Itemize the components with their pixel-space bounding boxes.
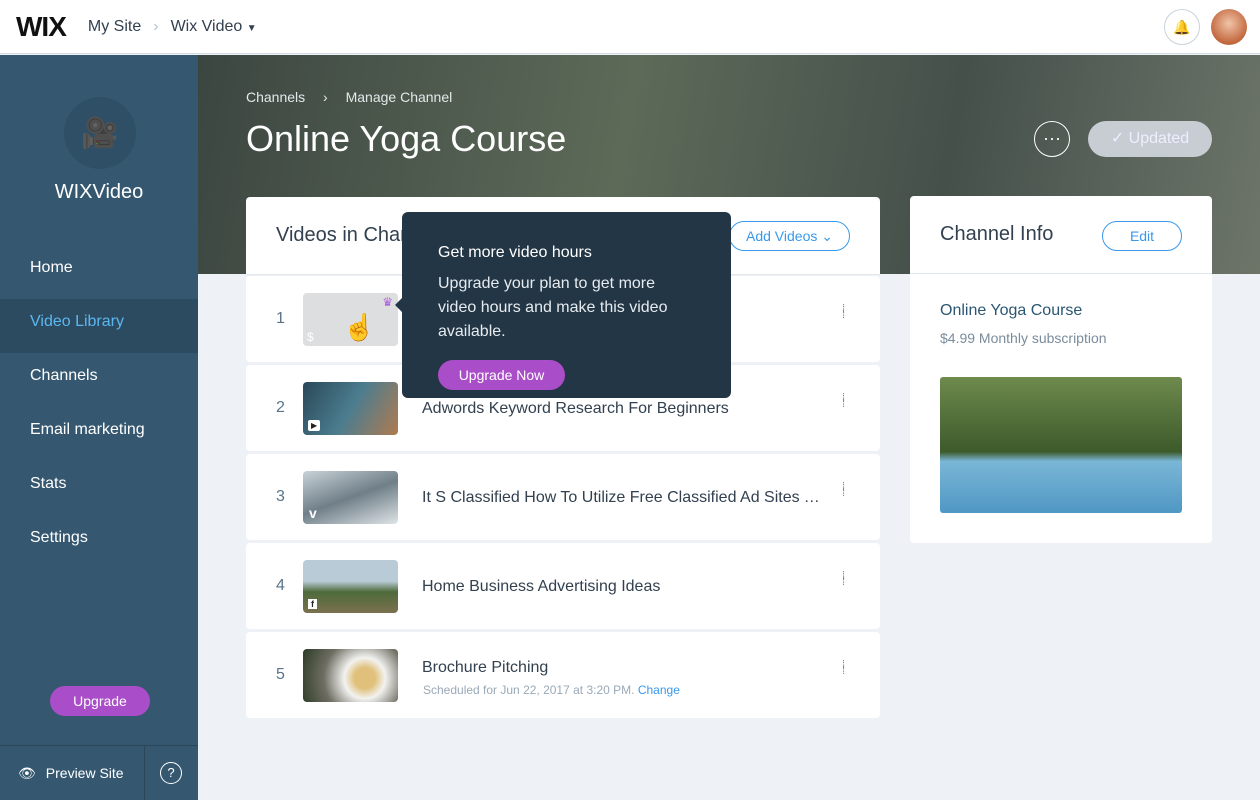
video-thumbnail[interactable]	[303, 649, 398, 702]
video-title: It S Classified How To Utilize Free Clas…	[422, 489, 822, 506]
upgrade-tooltip: Get more video hours Upgrade your plan t…	[395, 212, 731, 398]
change-link[interactable]: Change	[638, 683, 680, 697]
upgrade-button[interactable]: Upgrade	[50, 686, 150, 716]
sidebar: 🎥 WIXVideo Home Video Library Channels E…	[0, 55, 198, 800]
caret-down-icon: ▼	[246, 22, 257, 34]
chevron-right-icon: ›	[323, 89, 328, 105]
hand-cursor-icon: ☝	[343, 312, 376, 342]
site-link[interactable]: My Site	[88, 18, 141, 36]
facebook-icon: f	[308, 599, 317, 609]
tooltip-body: Upgrade your plan to get more video hour…	[438, 275, 668, 340]
preview-label: Preview Site	[45, 765, 124, 781]
video-row[interactable]: 5 Brochure Pitching Scheduled for Jun 22…	[246, 632, 880, 718]
sidebar-item-email-marketing[interactable]: Email marketing	[0, 407, 198, 461]
drag-handle-icon[interactable]: ⁞ ⁞	[842, 393, 852, 410]
app-dropdown[interactable]: Wix Video ▼	[171, 18, 257, 36]
breadcrumb: Channels › Manage Channel	[246, 89, 452, 105]
sidebar-item-home[interactable]: Home	[0, 245, 198, 299]
channel-name: Online Yoga Course	[940, 302, 1083, 319]
youtube-icon: ▶	[308, 420, 321, 431]
more-options-button[interactable]: ···	[1034, 121, 1070, 157]
video-camera-icon: 🎥	[64, 97, 136, 169]
row-number: 5	[276, 666, 285, 683]
channel-info-card: Channel Info Edit Online Yoga Course $4.…	[910, 196, 1212, 543]
channel-price: $4.99 Monthly subscription	[940, 330, 1107, 346]
add-videos-label: Add Videos	[746, 228, 818, 244]
video-row[interactable]: 4 f Home Business Advertising Ideas ⁞ ⁞	[246, 543, 880, 629]
brand: WIXVideo	[54, 181, 144, 203]
sidebar-item-settings[interactable]: Settings	[0, 515, 198, 569]
row-number: 3	[276, 488, 285, 505]
wix-logo[interactable]: WIX	[16, 11, 67, 43]
bell-icon[interactable]: 🔔	[1164, 9, 1200, 45]
vimeo-icon: v	[309, 505, 317, 521]
page-title: Online Yoga Course	[246, 118, 567, 159]
video-title: Home Business Advertising Ideas	[422, 578, 661, 595]
video-row[interactable]: 3 v It S Classified How To Utilize Free …	[246, 454, 880, 540]
breadcrumb-current: Manage Channel	[345, 89, 453, 105]
video-title: Adwords Keyword Research For Beginners	[422, 400, 729, 417]
row-number: 2	[276, 399, 285, 416]
drag-handle-icon[interactable]: ⁞ ⁞	[842, 482, 852, 499]
chevron-right-icon: ›	[153, 17, 159, 35]
edit-button[interactable]: Edit	[1102, 221, 1182, 251]
tooltip-title: Get more video hours	[438, 244, 592, 261]
avatar[interactable]	[1211, 9, 1247, 45]
drag-handle-icon[interactable]: ⁞ ⁞	[842, 304, 852, 321]
top-bar: WIX My Site › Wix Video ▼ 🔔	[0, 0, 1260, 54]
help-icon[interactable]: ?	[160, 762, 182, 784]
channel-info-title: Channel Info	[940, 223, 1054, 245]
drag-handle-icon[interactable]: ⁞ ⁞	[842, 571, 852, 588]
preview-site-button[interactable]: 👁 Preview Site	[0, 746, 145, 800]
sidebar-item-video-library[interactable]: Video Library	[0, 299, 198, 353]
add-videos-button[interactable]: Add Videos ⌄	[729, 221, 850, 251]
row-number: 4	[276, 577, 285, 594]
breadcrumb-channels[interactable]: Channels	[246, 89, 305, 105]
dollar-icon: $	[307, 330, 314, 344]
sidebar-item-stats[interactable]: Stats	[0, 461, 198, 515]
chevron-down-icon: ⌄	[821, 228, 833, 244]
eye-icon: 👁	[18, 764, 36, 781]
video-thumbnail[interactable]: v	[303, 471, 398, 524]
upgrade-now-button[interactable]: Upgrade Now	[438, 360, 565, 390]
video-title: Brochure Pitching	[422, 659, 549, 676]
sidebar-item-channels[interactable]: Channels	[0, 353, 198, 407]
schedule-text: Scheduled for Jun 22, 2017 at 3:20 PM.	[423, 683, 635, 697]
video-thumbnail[interactable]: ▶	[303, 382, 398, 435]
crown-icon: ♛	[382, 295, 393, 309]
row-number: 1	[276, 310, 285, 327]
video-thumbnail[interactable]: f	[303, 560, 398, 613]
updated-button[interactable]: ✓ Updated	[1088, 121, 1212, 157]
channel-cover-image	[940, 377, 1182, 513]
schedule-info: Scheduled for Jun 22, 2017 at 3:20 PM. C…	[423, 683, 680, 697]
drag-handle-icon[interactable]: ⁞ ⁞	[842, 660, 852, 677]
app-name: Wix Video	[170, 17, 243, 35]
